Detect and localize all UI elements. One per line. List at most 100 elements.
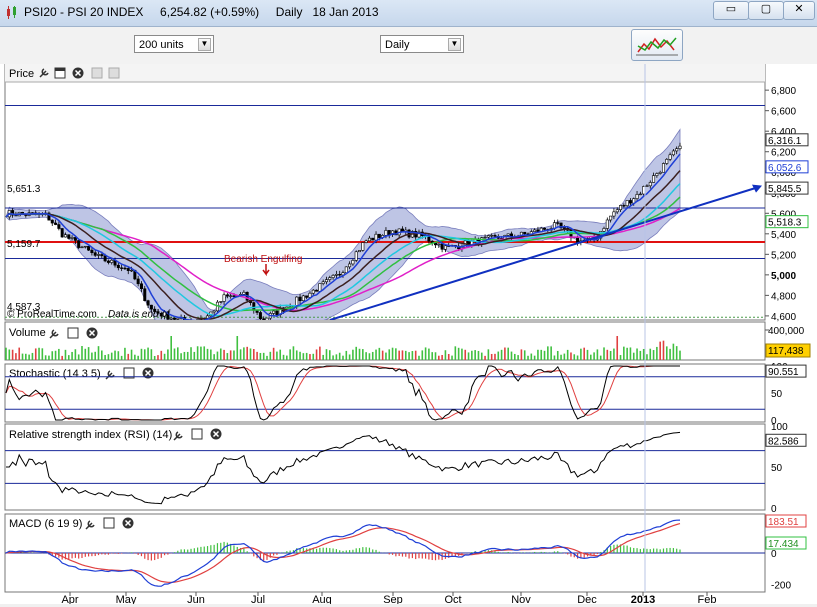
volume-bar xyxy=(256,352,258,360)
candle-body xyxy=(666,159,668,163)
candle-body xyxy=(646,186,648,187)
macd-histogram-bar xyxy=(653,548,654,553)
rsi-tick-label: 50 xyxy=(771,463,783,474)
volume-bar xyxy=(448,354,450,360)
candle-body xyxy=(272,311,274,313)
macd-histogram-bar xyxy=(630,547,631,553)
volume-bar xyxy=(669,349,671,360)
period-select[interactable]: Daily ▼ xyxy=(380,35,464,53)
volume-bar xyxy=(468,352,470,360)
volume-bar xyxy=(84,349,86,360)
macd-histogram-bar xyxy=(600,552,601,553)
candle-body xyxy=(77,240,79,247)
candle-body xyxy=(352,260,354,264)
volume-bar xyxy=(223,350,225,360)
volume-bar xyxy=(114,351,116,360)
macd-histogram-bar xyxy=(283,552,284,553)
candle-body xyxy=(524,232,526,234)
volume-bar xyxy=(590,355,592,360)
volume-bar xyxy=(564,354,566,360)
volume-bar xyxy=(365,352,367,360)
macd-histogram-bar xyxy=(640,549,641,553)
close-button[interactable]: ✕ xyxy=(783,1,815,20)
candle-body xyxy=(338,274,340,275)
macd-histogram-bar xyxy=(207,546,208,553)
macd-histogram-bar xyxy=(405,553,406,557)
volume-bar xyxy=(266,356,268,360)
candle-body xyxy=(124,268,126,269)
right-axis: 6,8006,6006,4006,2006,0005,8005,6005,400… xyxy=(765,86,810,591)
minimize-button[interactable]: ▭ xyxy=(713,1,749,20)
volume-bar xyxy=(600,356,602,360)
candle-body xyxy=(299,297,301,301)
volume-bar xyxy=(573,354,575,360)
volume-bar xyxy=(118,351,120,360)
volume-bar xyxy=(306,353,308,360)
macd-histogram-bar xyxy=(379,552,380,553)
volume-bar xyxy=(210,350,212,360)
macd-histogram-bar xyxy=(342,551,343,553)
volume-bar xyxy=(451,356,453,360)
candle-body xyxy=(606,220,608,228)
move-down-icon[interactable] xyxy=(109,68,119,78)
maximize-panel-icon[interactable] xyxy=(68,328,78,338)
maximize-panel-icon[interactable] xyxy=(192,429,202,439)
chevron-down-icon: ▼ xyxy=(198,38,211,51)
candle-body xyxy=(253,303,255,311)
volume-bar xyxy=(127,354,129,360)
volume-bar xyxy=(55,351,57,360)
maximize-button[interactable]: ▢ xyxy=(748,1,784,20)
macd-histogram-bar xyxy=(412,553,413,558)
price-badge-label: 6,052.6 xyxy=(768,163,802,174)
macd-histogram-bar xyxy=(656,549,657,553)
candle-body xyxy=(137,279,139,284)
macd-histogram-bar xyxy=(98,553,99,555)
macd-histogram-bar xyxy=(617,545,618,553)
candle-body xyxy=(345,267,347,273)
chart-canvas: Price Volume Stochastic (14 3 5) Relativ… xyxy=(0,64,817,604)
volume-bar xyxy=(253,349,255,360)
macd-histogram-bar xyxy=(679,549,680,553)
candle-body xyxy=(675,149,677,151)
volume-bar xyxy=(494,354,496,360)
candle-body xyxy=(659,172,661,173)
volume-bar xyxy=(78,354,80,360)
volume-bar xyxy=(88,347,90,360)
volume-bar xyxy=(164,354,166,360)
volume-bar xyxy=(299,352,301,360)
volume-bar xyxy=(9,350,11,360)
candle-body xyxy=(629,200,631,203)
macd-histogram-bar xyxy=(147,553,148,560)
macd-histogram-bar xyxy=(323,548,324,553)
macd-histogram-bar xyxy=(111,553,112,554)
volume-bar xyxy=(336,354,338,360)
price-tick-label: 6,200 xyxy=(771,148,796,159)
volume-bar xyxy=(167,349,169,360)
macd-histogram-bar xyxy=(339,550,340,553)
volume-bar xyxy=(385,353,387,360)
volume-bar xyxy=(626,348,628,360)
move-up-icon[interactable] xyxy=(92,68,102,78)
maximize-panel-icon[interactable] xyxy=(104,518,114,528)
macd-histogram-bar xyxy=(369,548,370,553)
volume-bar xyxy=(260,353,262,360)
chart-indicators-button[interactable] xyxy=(631,29,683,61)
volume-bar xyxy=(415,351,417,360)
units-select-value: 200 units xyxy=(139,39,184,51)
volume-bar xyxy=(388,349,390,360)
volume-bar xyxy=(65,350,67,360)
volume-bar xyxy=(134,355,136,360)
volume-bar xyxy=(283,355,285,360)
volume-bar xyxy=(577,356,579,360)
volume-bar xyxy=(5,348,7,360)
volume-bar xyxy=(217,352,219,360)
volume-bar xyxy=(382,351,384,360)
candle-body xyxy=(639,194,641,195)
macd-histogram-bar xyxy=(184,549,185,553)
candle-body xyxy=(408,230,410,237)
volume-bar xyxy=(408,352,410,360)
volume-bar xyxy=(61,356,63,360)
volume-bar xyxy=(521,349,523,360)
volume-bar xyxy=(603,347,605,360)
units-select[interactable]: 200 units ▼ xyxy=(134,35,214,53)
